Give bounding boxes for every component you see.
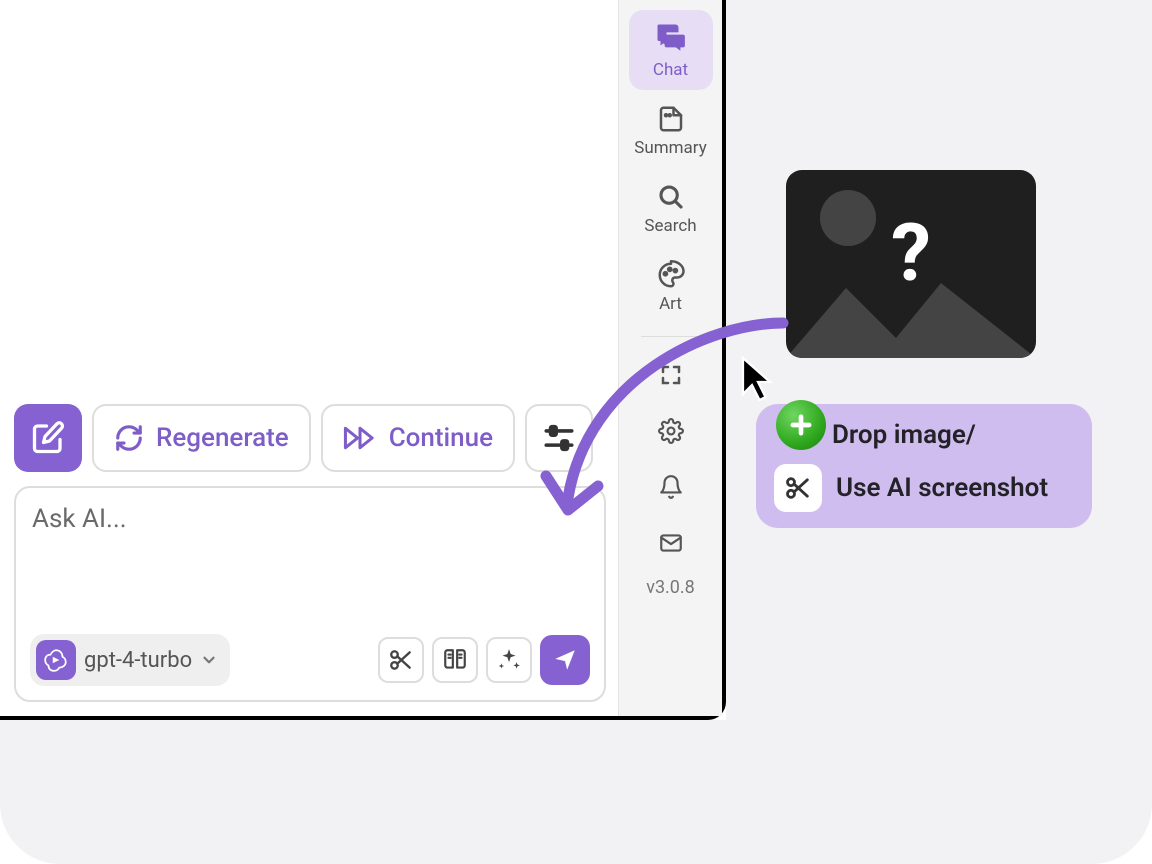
sparkle-button[interactable] bbox=[486, 637, 532, 683]
library-button[interactable] bbox=[432, 637, 478, 683]
drop-image-label: Drop image/ bbox=[832, 420, 976, 450]
maximize-icon bbox=[659, 363, 683, 387]
sparkles-icon bbox=[496, 647, 522, 673]
settings-sliders-button[interactable] bbox=[525, 404, 593, 472]
art-label: Art bbox=[659, 294, 682, 314]
sliders-icon bbox=[542, 421, 576, 455]
scissors-icon bbox=[388, 647, 414, 673]
continue-label: Continue bbox=[389, 423, 493, 453]
compose-button[interactable] bbox=[14, 404, 82, 472]
pencil-square-icon bbox=[30, 420, 66, 456]
notifications-button[interactable] bbox=[651, 467, 691, 507]
input-toolbar: gpt-4-turbo bbox=[30, 634, 590, 686]
tool-icons bbox=[378, 635, 590, 685]
summary-label: Summary bbox=[634, 138, 706, 158]
background-panel bbox=[0, 720, 726, 864]
mail-button[interactable] bbox=[651, 523, 691, 563]
action-row: Regenerate Continue bbox=[14, 404, 593, 472]
gear-icon bbox=[658, 418, 684, 444]
question-mark-icon: ? bbox=[891, 206, 931, 300]
mail-icon bbox=[658, 530, 684, 556]
chat-input[interactable]: Ask AI... gpt-4-turbo bbox=[14, 486, 606, 702]
model-label: gpt-4-turbo bbox=[84, 648, 192, 673]
openai-icon bbox=[36, 640, 76, 680]
palette-icon bbox=[656, 260, 686, 290]
use-screenshot-label: Use AI screenshot bbox=[836, 473, 1048, 503]
main-area: Regenerate Continue Ask AI... bbox=[0, 0, 618, 716]
model-selector[interactable]: gpt-4-turbo bbox=[30, 634, 230, 686]
placeholder-sun-icon bbox=[820, 190, 876, 246]
continue-button[interactable]: Continue bbox=[321, 404, 515, 472]
bell-icon bbox=[658, 474, 684, 500]
sidebar-item-art[interactable]: Art bbox=[629, 250, 713, 324]
image-placeholder[interactable]: ? bbox=[786, 170, 1036, 358]
chat-label: Chat bbox=[653, 60, 688, 80]
sidebar-item-search[interactable]: Search bbox=[629, 172, 713, 246]
sidebar-divider bbox=[641, 336, 701, 337]
chat-icon bbox=[653, 20, 689, 56]
use-screenshot-row[interactable]: Use AI screenshot bbox=[774, 464, 1074, 512]
document-icon bbox=[656, 104, 686, 134]
regenerate-button[interactable]: Regenerate bbox=[92, 404, 311, 472]
sidebar-item-summary[interactable]: Summary bbox=[629, 94, 713, 168]
fast-forward-icon bbox=[343, 423, 377, 453]
send-button[interactable] bbox=[540, 635, 590, 685]
sidebar: Chat Summary Search Art bbox=[618, 0, 722, 716]
search-label: Search bbox=[644, 216, 696, 236]
sidebar-item-chat[interactable]: Chat bbox=[629, 10, 713, 90]
refresh-icon bbox=[114, 423, 144, 453]
send-icon bbox=[552, 647, 578, 673]
regenerate-label: Regenerate bbox=[156, 423, 289, 453]
settings-button[interactable] bbox=[651, 411, 691, 451]
scissors-tooltip-icon bbox=[774, 464, 822, 512]
chevron-down-icon bbox=[200, 651, 218, 669]
chat-input-placeholder: Ask AI... bbox=[32, 504, 588, 534]
plus-badge-icon bbox=[776, 400, 826, 450]
book-icon bbox=[442, 647, 468, 673]
search-icon bbox=[656, 182, 686, 212]
version-label: v3.0.8 bbox=[646, 577, 695, 598]
fullscreen-button[interactable] bbox=[651, 355, 691, 395]
app-panel: Regenerate Continue Ask AI... bbox=[0, 0, 726, 720]
scissors-button[interactable] bbox=[378, 637, 424, 683]
